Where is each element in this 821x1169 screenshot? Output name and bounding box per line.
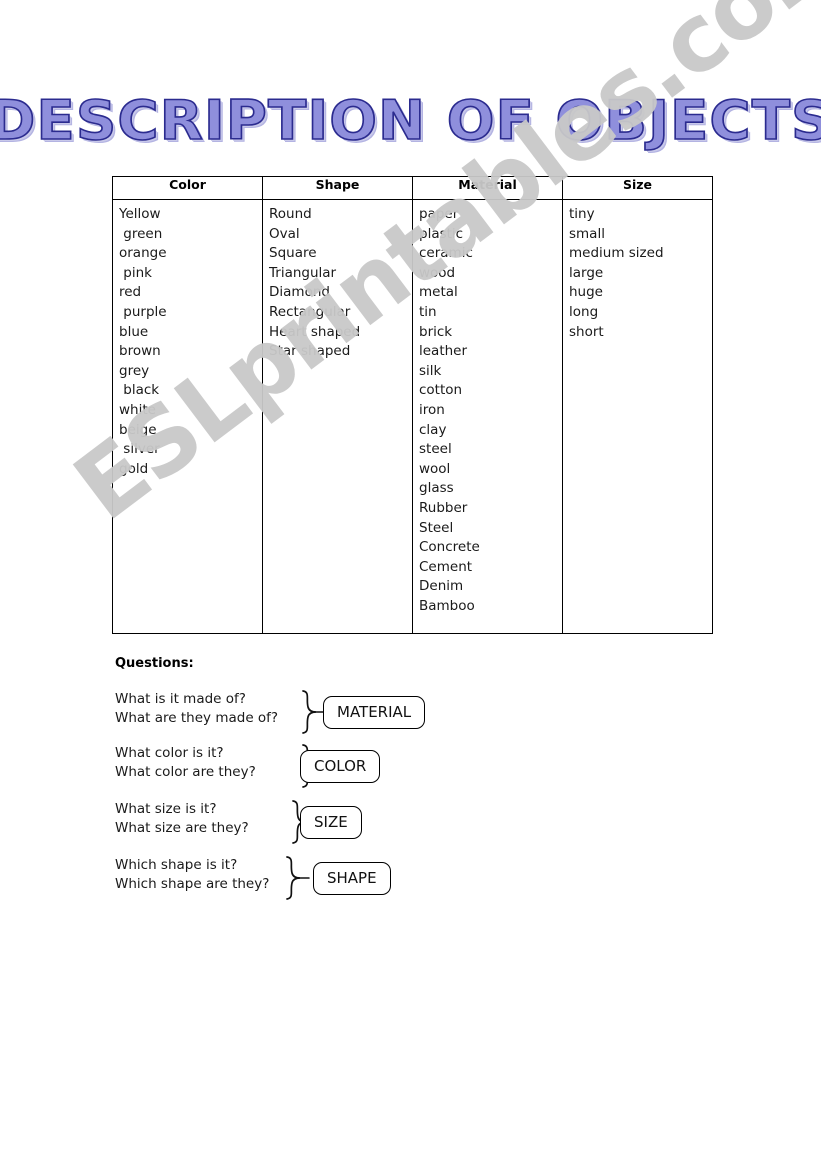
list-item: Square bbox=[269, 245, 317, 262]
list-item: silver bbox=[119, 441, 160, 458]
questions-heading: Questions: bbox=[115, 656, 194, 671]
color-word-list: Yellow green orange pink red purple blue bro… bbox=[119, 205, 262, 479]
list-item: paper bbox=[419, 206, 459, 222]
list-item: Diamond bbox=[269, 284, 330, 301]
list-item: red bbox=[119, 284, 142, 301]
question-lines: What color is it? What color are they? bbox=[115, 744, 256, 782]
brace-connector bbox=[293, 688, 327, 740]
list-item: Bamboo bbox=[419, 597, 475, 614]
question-line-plural: Which shape are they? bbox=[115, 876, 270, 892]
size-word-list: tiny small medium sized large huge long short bbox=[569, 205, 712, 342]
list-item: Rubber bbox=[419, 499, 468, 516]
column-header-shape: Shape bbox=[262, 176, 413, 200]
page-title: DESCRIPTION OF OBJECTS bbox=[0, 89, 821, 152]
list-item: small bbox=[569, 225, 605, 242]
brace-connector bbox=[277, 854, 311, 906]
list-item: silk bbox=[419, 362, 442, 379]
list-item: wool bbox=[419, 460, 451, 477]
list-item: glass bbox=[419, 480, 454, 497]
list-item: Round bbox=[269, 206, 312, 222]
question-lines: Which shape is it? Which shape are they? bbox=[115, 856, 269, 894]
list-item: grey bbox=[119, 362, 150, 379]
list-item: Triangular bbox=[269, 264, 337, 281]
cell-size-words: tiny small medium sized large huge long short bbox=[562, 199, 713, 634]
cell-color-words: Yellow green orange pink red purple blue bro… bbox=[112, 199, 263, 634]
list-item: Denim bbox=[419, 578, 464, 595]
list-item: black bbox=[119, 382, 160, 399]
worksheet-page: ESLprintables.com DESCRIPTION OF OBJECTS… bbox=[0, 0, 821, 1169]
table-body-row: Yellow green orange pink red purple blue bro… bbox=[112, 199, 713, 634]
list-item: Concrete bbox=[419, 539, 480, 556]
shape-word-list: Round Oval Square Triangular Diamond Rectangu… bbox=[269, 205, 412, 362]
list-item: gold bbox=[119, 460, 149, 477]
question-line-plural: What size are they? bbox=[115, 820, 249, 836]
list-item: green bbox=[119, 225, 163, 242]
answer-box-material[interactable]: MATERIAL bbox=[323, 696, 426, 729]
list-item: Rectangular bbox=[269, 303, 351, 320]
question-line-singular: What is it made of? bbox=[115, 691, 246, 707]
list-item: brown bbox=[119, 343, 161, 360]
list-item: blue bbox=[119, 323, 149, 340]
list-item: short bbox=[569, 323, 604, 340]
answer-box-shape[interactable]: SHAPE bbox=[313, 862, 391, 895]
list-item: Yellow bbox=[119, 206, 161, 222]
list-item: Oval bbox=[269, 225, 300, 242]
question-line-singular: What size is it? bbox=[115, 801, 217, 817]
list-item: metal bbox=[419, 284, 458, 301]
cell-material-words: paper plastic ceramic wood metal tin brick leat… bbox=[412, 199, 563, 634]
curly-brace-icon bbox=[302, 690, 326, 734]
table-header-row: Color Shape Material Size bbox=[112, 176, 713, 200]
question-lines: What size is it? What size are they? bbox=[115, 800, 249, 838]
question-lines: What is it made of? What are they made of… bbox=[115, 690, 278, 728]
list-item: purple bbox=[119, 303, 167, 320]
list-item: cotton bbox=[419, 382, 463, 399]
answer-box-size[interactable]: SIZE bbox=[300, 806, 362, 839]
list-item: Heart shaped bbox=[269, 323, 361, 340]
list-item: Star shaped bbox=[269, 343, 351, 360]
list-item: Steel bbox=[419, 519, 454, 536]
list-item: orange bbox=[119, 245, 167, 262]
answer-box-color[interactable]: COLOR bbox=[300, 750, 381, 783]
list-item: steel bbox=[419, 441, 452, 458]
list-item: long bbox=[569, 303, 599, 320]
list-item: pink bbox=[119, 264, 152, 281]
list-item: wood bbox=[419, 264, 456, 281]
cell-shape-words: Round Oval Square Triangular Diamond Rectangu… bbox=[262, 199, 413, 634]
list-item: medium sized bbox=[569, 245, 664, 262]
list-item: white bbox=[119, 401, 156, 418]
column-header-size: Size bbox=[562, 176, 713, 200]
list-item: beige bbox=[119, 421, 157, 438]
list-item: clay bbox=[419, 421, 447, 438]
curly-brace-icon bbox=[286, 856, 310, 900]
list-item: ceramic bbox=[419, 245, 473, 262]
list-item: iron bbox=[419, 401, 445, 418]
vocabulary-table: Color Shape Material Size Yellow green or… bbox=[112, 176, 713, 634]
list-item: leather bbox=[419, 343, 468, 360]
list-item: huge bbox=[569, 284, 603, 301]
list-item: plastic bbox=[419, 225, 464, 242]
question-line-singular: What color is it? bbox=[115, 745, 224, 761]
column-header-color: Color bbox=[112, 176, 263, 200]
question-line-plural: What color are they? bbox=[115, 764, 256, 780]
list-item: Cement bbox=[419, 558, 473, 575]
list-item: tiny bbox=[569, 206, 595, 222]
material-word-list: paper plastic ceramic wood metal tin brick leat… bbox=[419, 205, 562, 616]
question-line-plural: What are they made of? bbox=[115, 710, 279, 726]
title-container: DESCRIPTION OF OBJECTS bbox=[0, 89, 821, 152]
list-item: tin bbox=[419, 303, 437, 320]
column-header-material: Material bbox=[412, 176, 563, 200]
question-line-singular: Which shape is it? bbox=[115, 857, 238, 873]
list-item: large bbox=[569, 264, 604, 281]
list-item: brick bbox=[419, 323, 453, 340]
